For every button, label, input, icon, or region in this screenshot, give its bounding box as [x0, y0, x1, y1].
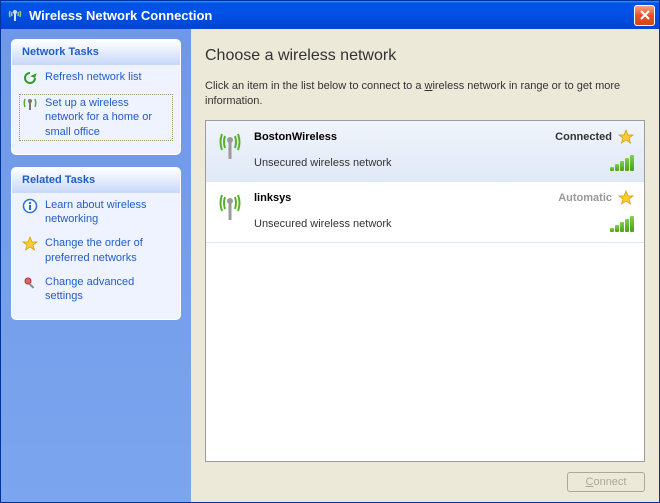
change-advanced-settings[interactable]: Change advanced settings	[12, 270, 180, 309]
signal-strength-icon	[610, 216, 634, 232]
refresh-network-list[interactable]: Refresh network list	[12, 65, 180, 91]
main-content: Choose a wireless network Click an item …	[191, 29, 659, 502]
network-security: Unsecured wireless network	[254, 157, 610, 169]
antenna-icon	[216, 190, 244, 232]
antenna-icon	[22, 96, 38, 112]
star-icon	[22, 236, 38, 252]
titlebar: Wireless Network Connection	[1, 1, 659, 29]
task-label: Set up a wireless network for a home or …	[45, 96, 170, 139]
network-tasks-box: Network Tasks Refresh network list	[11, 39, 181, 155]
wifi-icon	[7, 7, 23, 23]
network-item[interactable]: BostonWireless Connected Unsecured wirel…	[206, 121, 644, 182]
network-item[interactable]: linksys Automatic Unsecured wireless net…	[206, 182, 644, 243]
network-name: linksys	[254, 192, 552, 204]
related-tasks-box: Related Tasks Learn about wireless netwo…	[11, 167, 181, 320]
sidebar: Network Tasks Refresh network list	[1, 29, 191, 502]
network-status: Connected	[555, 131, 612, 143]
favorite-star-icon	[618, 129, 634, 145]
task-label: Change advanced settings	[45, 275, 170, 304]
antenna-icon	[216, 129, 244, 171]
network-security: Unsecured wireless network	[254, 218, 610, 230]
change-network-order[interactable]: Change the order of preferred networks	[12, 231, 180, 270]
page-title: Choose a wireless network	[205, 47, 645, 65]
learn-wireless-networking[interactable]: Learn about wireless networking	[12, 193, 180, 232]
setup-wireless-network[interactable]: Set up a wireless network for a home or …	[18, 93, 174, 142]
description: Click an item in the list below to conne…	[205, 79, 645, 110]
task-label: Learn about wireless networking	[45, 198, 170, 227]
footer: Connect	[205, 462, 645, 492]
refresh-icon	[22, 70, 38, 86]
signal-strength-icon	[610, 155, 634, 171]
favorite-star-icon	[618, 190, 634, 206]
window: Wireless Network Connection Network Task…	[0, 0, 660, 503]
network-list: BostonWireless Connected Unsecured wirel…	[205, 120, 645, 462]
connect-button: Connect	[567, 472, 645, 492]
settings-icon	[22, 275, 38, 291]
close-icon	[639, 9, 651, 21]
related-tasks-header: Related Tasks	[12, 168, 180, 193]
task-label: Refresh network list	[45, 70, 142, 84]
close-button[interactable]	[634, 5, 655, 26]
body: Network Tasks Refresh network list	[1, 29, 659, 502]
window-title: Wireless Network Connection	[7, 7, 634, 23]
network-status: Automatic	[558, 192, 612, 204]
task-label: Change the order of preferred networks	[45, 236, 170, 265]
network-tasks-header: Network Tasks	[12, 40, 180, 65]
window-title-text: Wireless Network Connection	[29, 8, 212, 23]
info-icon	[22, 198, 38, 214]
network-name: BostonWireless	[254, 131, 549, 143]
